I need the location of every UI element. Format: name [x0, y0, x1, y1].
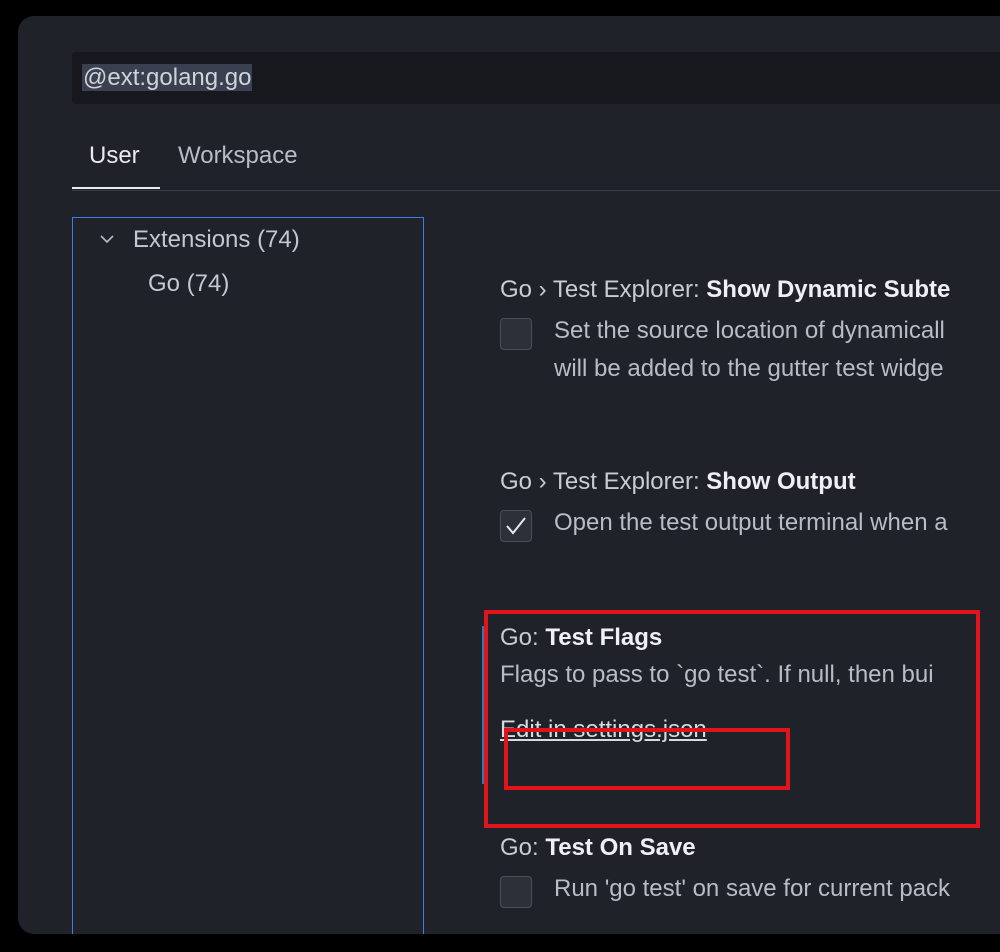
setting-checkbox[interactable]	[500, 876, 532, 908]
settings-scope-tabs: User Workspace	[72, 136, 1000, 191]
setting-show-dynamic-subtests: Go › Test Explorer: Show Dynamic Subte S…	[500, 276, 951, 382]
setting-checkbox[interactable]	[500, 318, 532, 350]
highlight-box-inner	[504, 728, 790, 790]
settings-toc-tree: Extensions (74) Go (74)	[72, 217, 424, 934]
setting-description: Set the source location of dynamicall wi…	[554, 317, 945, 382]
setting-checkbox[interactable]	[500, 510, 532, 542]
tab-user[interactable]: User	[89, 142, 140, 170]
chevron-down-icon[interactable]	[100, 232, 114, 246]
tree-item-go[interactable]: Go (74)	[148, 270, 229, 298]
active-tab-indicator	[72, 187, 160, 189]
settings-search-bar[interactable]: @ext:golang.go	[72, 52, 1000, 104]
setting-show-output: Go › Test Explorer: Show Output Open the…	[500, 468, 948, 542]
setting-title: Go › Test Explorer: Show Dynamic Subte	[500, 276, 951, 303]
settings-list: Go › Test Explorer: Show Dynamic Subte S…	[438, 216, 1000, 934]
checkmark-icon	[506, 517, 526, 535]
tab-workspace[interactable]: Workspace	[178, 142, 298, 170]
setting-description: Open the test output terminal when a	[554, 509, 948, 536]
search-input[interactable]: @ext:golang.go	[82, 64, 253, 92]
settings-window: @ext:golang.go User Workspace Extensions…	[18, 16, 1000, 934]
setting-description: Run 'go test' on save for current pack	[554, 875, 951, 902]
setting-test-on-save: Go: Test On Save Run 'go test' on save f…	[500, 834, 950, 908]
setting-title: Go: Test On Save	[500, 834, 696, 861]
tree-item-extensions[interactable]: Extensions (74)	[133, 226, 300, 254]
setting-title: Go › Test Explorer: Show Output	[500, 468, 856, 495]
highlight-box-outer	[484, 610, 980, 828]
